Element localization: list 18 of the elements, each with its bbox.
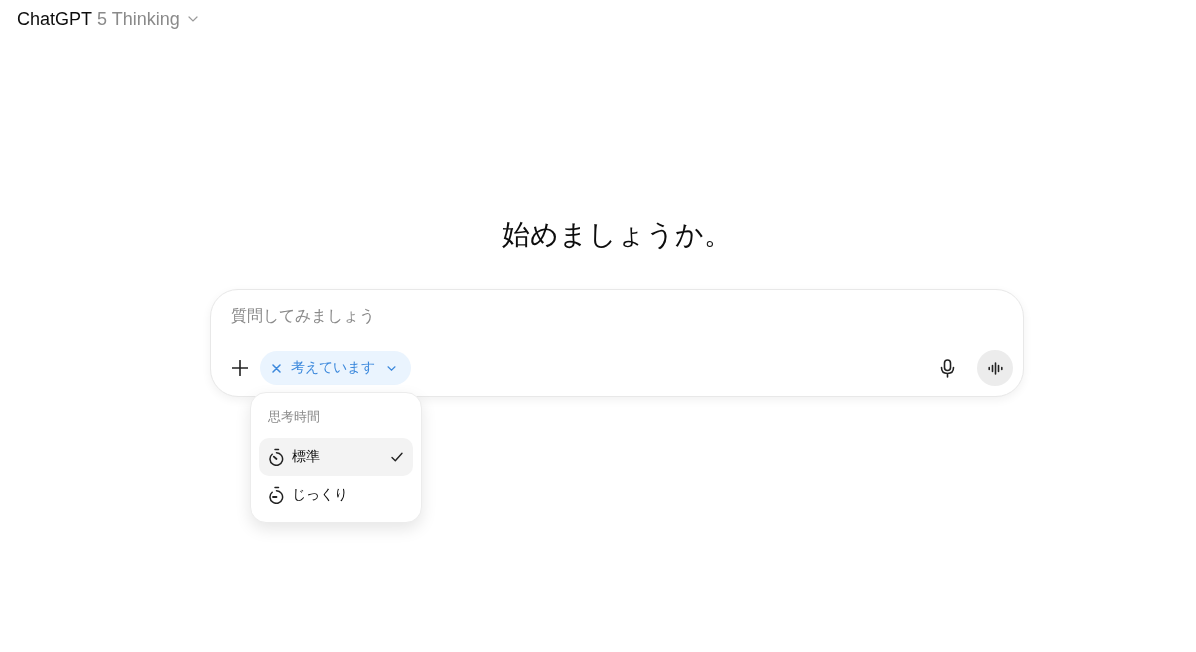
welcome-heading: 始めましょうか。 bbox=[502, 218, 732, 252]
message-input[interactable]: 質問してみましょう bbox=[231, 305, 551, 327]
chevron-down-icon[interactable] bbox=[187, 16, 198, 22]
voice-mode-button[interactable] bbox=[977, 350, 1013, 386]
menu-option[interactable]: じっくり bbox=[259, 476, 413, 514]
model-selector[interactable]: 5 Thinking bbox=[97, 8, 180, 30]
menu-option[interactable]: 標準 bbox=[259, 438, 413, 476]
close-icon[interactable] bbox=[272, 363, 281, 373]
add-button[interactable] bbox=[232, 360, 248, 376]
checkmark-icon bbox=[391, 452, 403, 462]
microphone-icon[interactable] bbox=[940, 358, 955, 378]
sound-wave-icon bbox=[987, 361, 1003, 375]
plus-icon bbox=[232, 360, 248, 376]
stopwatch-icon bbox=[268, 486, 285, 504]
chevron-down-icon bbox=[387, 365, 396, 371]
stopwatch-icon bbox=[268, 448, 285, 466]
app-title: ChatGPT bbox=[17, 8, 93, 30]
menu-heading: 思考時間 bbox=[267, 408, 321, 426]
